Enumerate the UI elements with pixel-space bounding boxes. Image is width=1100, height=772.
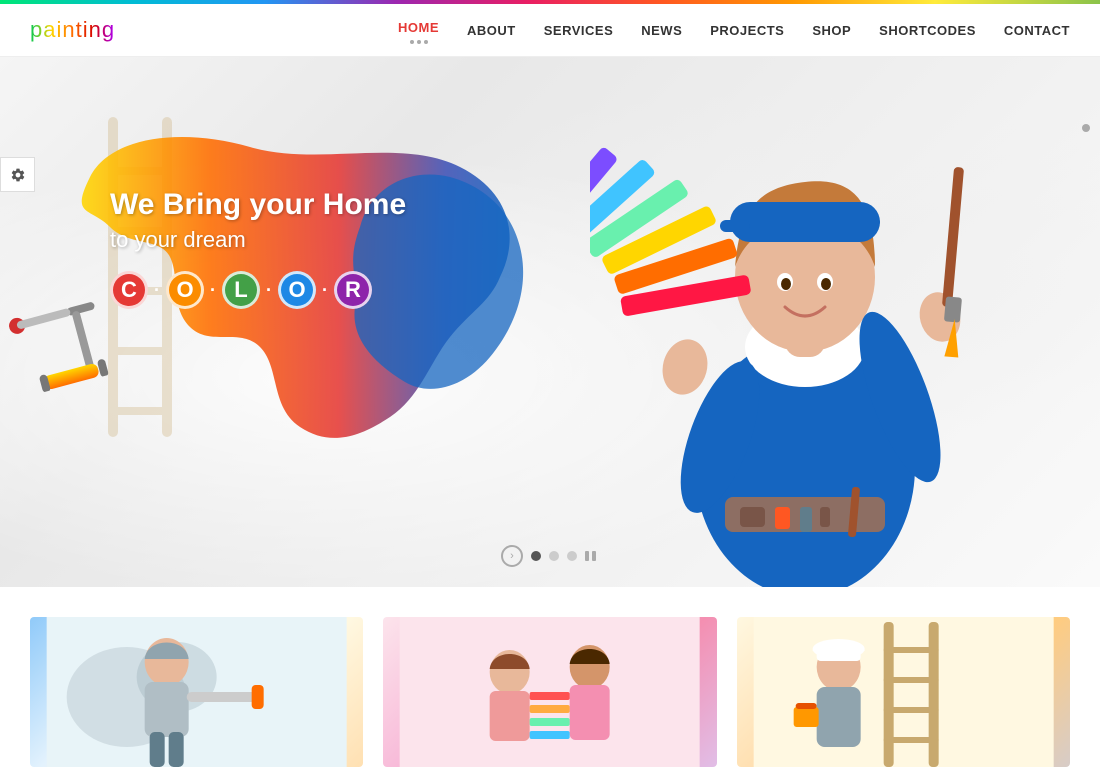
nav-item-about[interactable]: ABOUT bbox=[467, 19, 516, 42]
color-letter-c: C bbox=[110, 271, 148, 309]
nav-item-home[interactable]: HOME bbox=[398, 16, 439, 39]
header: painting HOME ABOUT SERVICES NEWS PROJEC… bbox=[0, 4, 1100, 57]
top-right-indicator bbox=[1082, 124, 1090, 132]
nav-item-shop[interactable]: SHOP bbox=[812, 19, 851, 42]
card-2-image bbox=[383, 617, 716, 767]
color-dot-4: · bbox=[322, 280, 328, 301]
color-dot-2: · bbox=[210, 280, 216, 301]
site-logo[interactable]: painting bbox=[30, 17, 115, 43]
color-letter-r: R bbox=[334, 271, 372, 309]
pause-bar-right bbox=[592, 551, 596, 561]
nav-item-shortcodes[interactable]: SHORTCODES bbox=[879, 19, 976, 42]
hero-text: We Bring your Home to your dream C · O ·… bbox=[110, 187, 406, 309]
card-3[interactable] bbox=[737, 617, 1070, 767]
main-nav: HOME ABOUT SERVICES NEWS PROJECTS SHOP S… bbox=[398, 16, 1070, 44]
nav-item-projects[interactable]: PROJECTS bbox=[710, 19, 784, 42]
hero-subheadline: to your dream bbox=[110, 227, 406, 253]
slider-prev[interactable]: › bbox=[501, 545, 523, 567]
slider-dot-2[interactable] bbox=[549, 551, 559, 561]
color-letter-o1: O bbox=[166, 271, 204, 309]
color-dot-1: · bbox=[154, 280, 160, 301]
gear-icon bbox=[10, 167, 26, 183]
slider-controls: › bbox=[501, 545, 599, 567]
color-word: C · O · L · O · R bbox=[110, 271, 406, 309]
card-2[interactable] bbox=[383, 617, 716, 767]
slider-dot-1[interactable] bbox=[531, 551, 541, 561]
pause-bar-left bbox=[585, 551, 589, 561]
nav-item-news[interactable]: NEWS bbox=[641, 19, 682, 42]
hero-headline: We Bring your Home bbox=[110, 187, 406, 223]
color-letter-o2: O bbox=[278, 271, 316, 309]
color-letter-l: L bbox=[222, 271, 260, 309]
card-1-image bbox=[30, 617, 363, 767]
painter-image bbox=[590, 67, 1020, 587]
nav-item-services[interactable]: SERVICES bbox=[544, 19, 614, 42]
card-1[interactable] bbox=[30, 617, 363, 767]
color-dot-3: · bbox=[266, 280, 272, 301]
slider-pause-button[interactable] bbox=[585, 551, 599, 561]
gear-button[interactable] bbox=[0, 157, 35, 192]
bottom-cards-section bbox=[0, 587, 1100, 767]
nav-item-contact[interactable]: CONTACT bbox=[1004, 19, 1070, 42]
slider-dot-3[interactable] bbox=[567, 551, 577, 561]
hero-section: We Bring your Home to your dream C · O ·… bbox=[0, 57, 1100, 587]
card-3-image bbox=[737, 617, 1070, 767]
